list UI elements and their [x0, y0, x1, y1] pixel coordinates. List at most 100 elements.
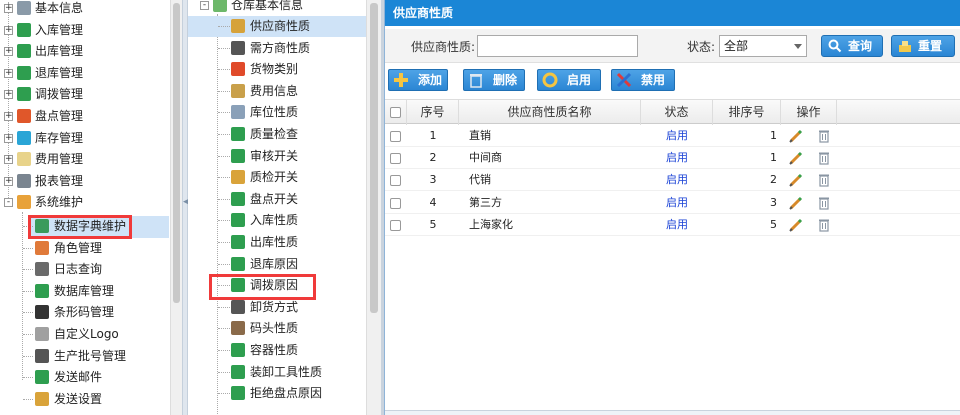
left-tree-item[interactable]: + 退库管理: [0, 63, 170, 84]
mid-tree-item[interactable]: 审核开关: [188, 146, 366, 167]
tree-expander[interactable]: +: [4, 112, 13, 121]
tree-connector: [218, 242, 230, 243]
row-checkbox[interactable]: [390, 131, 401, 142]
mid-tree-scrollbar[interactable]: [366, 0, 381, 415]
left-tree-item-label: 费用管理: [35, 152, 84, 167]
left-tree-child-item[interactable]: 发送设置: [0, 389, 170, 410]
left-tree-item[interactable]: - 系统维护: [0, 192, 170, 213]
delete-trash-icon[interactable]: [816, 128, 832, 144]
left-tree-item[interactable]: + 费用管理: [0, 149, 170, 170]
table-row[interactable]: 2 中间商 启用 1: [385, 147, 960, 170]
tree-expander[interactable]: +: [4, 68, 13, 78]
red-annotation-box: [28, 215, 132, 239]
table-row[interactable]: 3 代销 启用 2: [385, 169, 960, 192]
table-row[interactable]: 5 上海家化 启用 5: [385, 214, 960, 236]
left-tree-item[interactable]: + 基本信息: [0, 0, 170, 19]
reset-button[interactable]: 重置: [891, 35, 955, 57]
mid-tree-item[interactable]: 装卸工具性质: [188, 362, 366, 383]
edit-pencil-icon[interactable]: [788, 217, 804, 233]
edit-pencil-icon[interactable]: [788, 172, 804, 188]
name-filter-input[interactable]: [477, 35, 638, 57]
left-tree-item[interactable]: + 盘点管理: [0, 106, 170, 127]
cell-status-link[interactable]: 启用: [641, 214, 713, 236]
mid-tree-item[interactable]: 质检开关: [188, 167, 366, 188]
mid-tree-item-label: 费用信息: [250, 83, 299, 98]
cell-status-link[interactable]: 启用: [641, 125, 713, 147]
enable-button[interactable]: 启用: [537, 69, 601, 91]
left-tree-child-item[interactable]: 角色管理: [0, 238, 170, 259]
delete-trash-icon[interactable]: [816, 172, 832, 188]
tree-root-label: 仓库基本信息: [231, 0, 304, 12]
mid-tree-item-label: 需方商性质: [250, 40, 311, 55]
cell-status-link[interactable]: 启用: [641, 147, 713, 169]
left-tree-child-item[interactable]: 条形码管理: [0, 302, 170, 323]
left-tree-item[interactable]: + 报表管理: [0, 171, 170, 192]
left-tree-item[interactable]: + 库存管理: [0, 128, 170, 149]
cell-no: 4: [429, 195, 437, 209]
table-row[interactable]: 4 第三方 启用 3: [385, 192, 960, 214]
header-col-status[interactable]: 状态: [641, 100, 713, 125]
row-checkbox[interactable]: [390, 175, 401, 187]
delete-button[interactable]: 删除: [463, 69, 525, 91]
tree-expander[interactable]: +: [4, 155, 13, 165]
mid-tree-item[interactable]: 货物类别: [188, 59, 366, 80]
mid-tree-item[interactable]: 库位性质: [188, 102, 366, 123]
mid-tree-item[interactable]: 质量检查: [188, 124, 366, 145]
edit-pencil-icon[interactable]: [788, 150, 804, 166]
mid-tree-item[interactable]: 容器性质: [188, 340, 366, 361]
edit-pencil-icon[interactable]: [788, 128, 804, 144]
delete-trash-icon[interactable]: [816, 217, 832, 233]
tree-expander[interactable]: +: [4, 90, 13, 100]
row-checkbox[interactable]: [390, 153, 401, 165]
cell-status-link[interactable]: 启用: [641, 192, 713, 214]
mid-tree-item[interactable]: 费用信息: [188, 81, 366, 102]
mid-tree-item[interactable]: 码头性质: [188, 318, 366, 339]
header-col-order[interactable]: 排序号: [713, 100, 781, 125]
tree-expander[interactable]: +: [4, 176, 13, 186]
mid-tree-item[interactable]: 入库性质: [188, 210, 366, 231]
row-checkbox[interactable]: [390, 219, 401, 231]
mid-tree-item[interactable]: 退库原因: [188, 254, 366, 275]
mid-tree-root[interactable]: - 仓库基本信息: [188, 0, 366, 16]
left-tree-child-item[interactable]: 自定义Logo: [0, 324, 170, 345]
mid-tree-item[interactable]: 供应商性质: [188, 16, 366, 37]
left-tree-child-item[interactable]: 日志查询: [0, 259, 170, 280]
row-checkbox[interactable]: [390, 197, 401, 209]
left-tree-item[interactable]: + 入库管理: [0, 20, 170, 41]
left-tree-scrollbar[interactable]: [170, 0, 182, 415]
add-button[interactable]: 添加: [388, 69, 448, 91]
header-col-name[interactable]: 供应商性质名称: [459, 100, 641, 125]
tree-expander[interactable]: +: [4, 133, 13, 143]
status-select[interactable]: 全部: [719, 35, 807, 57]
tree-expander[interactable]: +: [4, 4, 13, 13]
cell-order: 1: [770, 129, 777, 142]
mid-tree-item[interactable]: 拒绝盘点原因: [188, 383, 366, 404]
cell-status-link[interactable]: 启用: [641, 169, 713, 191]
disable-button[interactable]: 禁用: [611, 69, 675, 91]
tree-expander[interactable]: +: [4, 47, 13, 57]
delete-trash-icon[interactable]: [816, 195, 832, 211]
left-tree-item[interactable]: + 调拨管理: [0, 84, 170, 105]
left-tree-child-item[interactable]: 数据库管理: [0, 281, 170, 302]
edit-pencil-icon[interactable]: [788, 195, 804, 211]
table-row[interactable]: 1 直销 启用 1: [385, 125, 960, 147]
left-tree-item[interactable]: + 出库管理: [0, 41, 170, 62]
left-tree-child-item[interactable]: 发送邮件: [0, 367, 170, 388]
tree-expander[interactable]: -: [200, 1, 209, 10]
select-all-checkbox[interactable]: [390, 107, 401, 118]
header-col-no[interactable]: 序号: [407, 100, 459, 125]
mid-tree-item[interactable]: 盘点开关: [188, 189, 366, 210]
scrollbar-thumb[interactable]: [370, 3, 378, 313]
mid-tree-item[interactable]: 需方商性质: [188, 38, 366, 59]
left-tree-child-item[interactable]: 生产批号管理: [0, 346, 170, 367]
tree-expander[interactable]: -: [4, 198, 13, 208]
cell-name: 上海家化: [469, 217, 513, 231]
mid-tree-item[interactable]: 出库性质: [188, 232, 366, 253]
tree-expander[interactable]: +: [4, 25, 13, 35]
delete-trash-icon[interactable]: [816, 150, 832, 166]
query-button[interactable]: 查询: [821, 35, 883, 57]
scrollbar-thumb[interactable]: [173, 3, 180, 303]
header-select-all-cell: [385, 100, 407, 125]
reject-icon: [231, 386, 245, 401]
enable-circle-icon: [542, 72, 558, 88]
